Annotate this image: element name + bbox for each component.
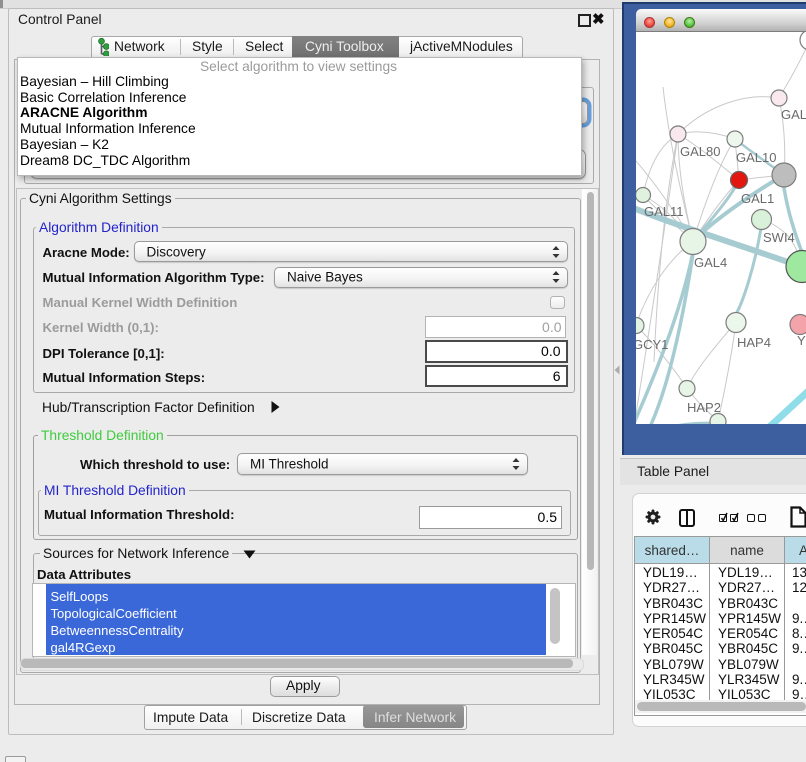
svg-text:GAL1: GAL1: [741, 191, 774, 206]
svg-text:GAL80: GAL80: [680, 144, 720, 159]
svg-text:HAP2: HAP2: [687, 400, 721, 415]
svg-text:HAP4: HAP4: [737, 335, 771, 350]
svg-text:GAL4: GAL4: [694, 255, 727, 270]
svg-text:GAL11: GAL11: [644, 204, 684, 219]
svg-text:GCY1: GCY1: [636, 337, 668, 352]
svg-text:SWI4: SWI4: [763, 230, 795, 245]
svg-text:GAL7: GAL7: [781, 107, 806, 122]
svg-text:GAL10: GAL10: [736, 150, 776, 165]
svg-text:Y: Y: [797, 333, 806, 348]
